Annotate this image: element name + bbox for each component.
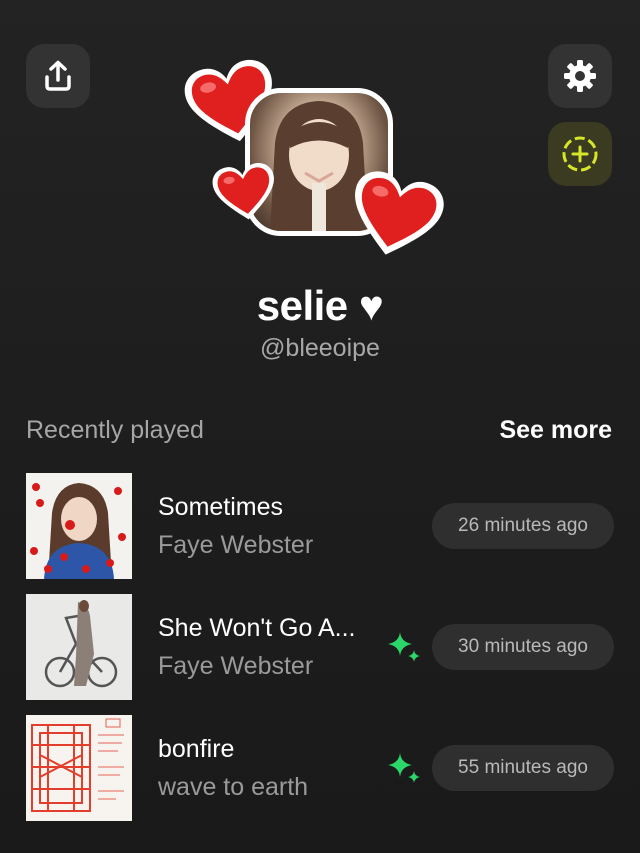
share-icon: [45, 60, 71, 91]
track-title: She Won't Go A...: [158, 614, 356, 642]
sparkle-icon: [388, 753, 420, 783]
see-more-link[interactable]: See more: [499, 416, 612, 445]
track-row[interactable]: She Won't Go A... Faye Webster 30 minute…: [0, 594, 640, 700]
album-cover: [26, 473, 132, 579]
heart-emoji-right: [355, 171, 444, 255]
heart-glyph: ♥: [358, 282, 384, 329]
display-name: selie: [256, 282, 348, 329]
track-artist: wave to earth: [158, 773, 309, 801]
track-artist: Faye Webster: [158, 652, 314, 680]
track-row[interactable]: bonfire wave to earth 55 minutes ago: [0, 715, 640, 821]
track-row[interactable]: Sometimes Faye Webster 26 minutes ago: [0, 473, 640, 579]
share-button[interactable]: [26, 44, 90, 108]
sparkle-icon: [388, 632, 420, 662]
gear-icon: [564, 60, 596, 92]
add-story-icon: [562, 136, 598, 172]
album-cover: [26, 715, 132, 821]
profile-handle: @bleeoipe: [260, 334, 380, 362]
track-title: Sometimes: [158, 493, 284, 521]
heart-emoji-small: [212, 163, 274, 220]
track-artist: Faye Webster: [158, 531, 314, 559]
album-cover: [26, 594, 132, 700]
add-story-button[interactable]: [548, 122, 612, 186]
settings-button[interactable]: [548, 44, 612, 108]
track-title: bonfire: [158, 735, 235, 763]
time-ago-badge: 30 minutes ago: [432, 624, 614, 670]
time-ago-badge: 26 minutes ago: [432, 503, 614, 549]
time-ago-badge: 55 minutes ago: [432, 745, 614, 791]
recently-played-title: Recently played: [26, 416, 204, 444]
profile-name: selie ♥: [0, 282, 640, 330]
